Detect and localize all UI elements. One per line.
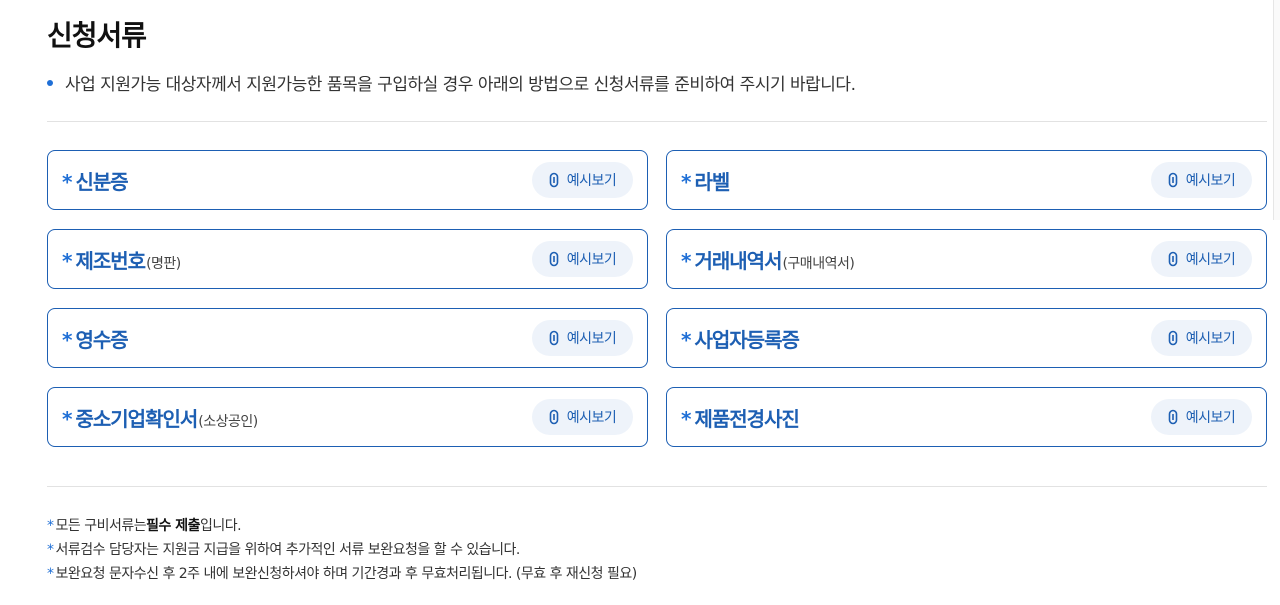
required-star: * — [62, 406, 73, 431]
scrollbar[interactable] — [1273, 0, 1280, 220]
document-subtitle: (소상공인) — [198, 413, 258, 430]
required-star: * — [62, 169, 73, 194]
document-card-sme-certificate: * 중소기업확인서 (소상공인) 예시보기 — [47, 387, 648, 447]
paperclip-icon — [549, 409, 559, 425]
paperclip-icon — [1168, 330, 1178, 346]
document-name: 중소기업확인서 — [75, 406, 198, 431]
example-button[interactable]: 예시보기 — [532, 320, 633, 356]
document-card-id: * 신분증 예시보기 — [47, 150, 648, 210]
note-star: * — [47, 542, 54, 558]
example-button-label: 예시보기 — [1185, 331, 1236, 347]
note-item: * 보완요청 문자수신 후 2주 내에 보완신청하셔야 하며 기간경과 후 무효… — [47, 562, 637, 586]
document-name: 거래내역서 — [694, 248, 782, 273]
required-star: * — [681, 248, 692, 273]
example-button[interactable]: 예시보기 — [532, 399, 633, 435]
paperclip-icon — [1168, 251, 1178, 267]
intro-line: 사업 지원가능 대상자께서 지원가능한 품목을 구입하실 경우 아래의 방법으로… — [47, 70, 856, 95]
page-title: 신청서류 — [47, 19, 147, 52]
example-button-label: 예시보기 — [566, 252, 617, 268]
document-name: 제조번호 — [75, 248, 146, 273]
paperclip-icon — [549, 330, 559, 346]
required-star: * — [62, 248, 73, 273]
example-button[interactable]: 예시보기 — [532, 162, 633, 198]
required-star: * — [681, 327, 692, 352]
document-name: 사업자등록증 — [694, 327, 799, 352]
paperclip-icon — [549, 251, 559, 267]
bullet-dot — [47, 79, 53, 86]
intro-text: 사업 지원가능 대상자께서 지원가능한 품목을 구입하실 경우 아래의 방법으로… — [65, 75, 856, 95]
note-item: * 모든 구비서류는 필수 제출 입니다. — [47, 514, 637, 538]
note-star: * — [47, 566, 54, 582]
divider-top — [47, 121, 1267, 122]
document-name: 영수증 — [75, 327, 128, 352]
required-star: * — [681, 406, 692, 431]
divider-bottom — [47, 486, 1267, 487]
document-subtitle: (구매내역서) — [782, 255, 855, 272]
note-star: * — [47, 518, 54, 534]
document-name: 라벨 — [694, 169, 730, 194]
required-star: * — [681, 169, 692, 194]
example-button[interactable]: 예시보기 — [1151, 320, 1252, 356]
example-button[interactable]: 예시보기 — [532, 241, 633, 277]
example-button[interactable]: 예시보기 — [1151, 162, 1252, 198]
notes-list: * 모든 구비서류는 필수 제출 입니다. * 서류검수 담당자는 지원금 지급을… — [47, 514, 637, 586]
example-button-label: 예시보기 — [1185, 410, 1236, 426]
example-button-label: 예시보기 — [566, 410, 617, 426]
example-button-label: 예시보기 — [1185, 173, 1236, 189]
paperclip-icon — [549, 172, 559, 188]
document-card-transaction: * 거래내역서 (구매내역서) 예시보기 — [666, 229, 1267, 289]
note-text: 보완요청 문자수신 후 2주 내에 보완신청하셔야 하며 기간경과 후 무효처리… — [55, 566, 638, 582]
document-card-label: * 라벨 예시보기 — [666, 150, 1267, 210]
example-button-label: 예시보기 — [566, 173, 617, 189]
document-card-receipt: * 영수증 예시보기 — [47, 308, 648, 368]
note-text: 서류검수 담당자는 지원금 지급을 위하여 추가적인 서류 보완요청을 할 수 … — [55, 542, 521, 558]
note-text: 모든 구비서류는 — [55, 518, 147, 534]
documents-grid: * 신분증 예시보기 * 라벨 예시보기 * 제조번호 (명판) 예시보기 * … — [47, 150, 1267, 447]
example-button[interactable]: 예시보기 — [1151, 399, 1252, 435]
paperclip-icon — [1168, 172, 1178, 188]
example-button-label: 예시보기 — [566, 331, 617, 347]
paperclip-icon — [1168, 409, 1178, 425]
document-card-business-registration: * 사업자등록증 예시보기 — [666, 308, 1267, 368]
example-button[interactable]: 예시보기 — [1151, 241, 1252, 277]
note-item: * 서류검수 담당자는 지원금 지급을 위하여 추가적인 서류 보완요청을 할 … — [47, 538, 637, 562]
required-star: * — [62, 327, 73, 352]
document-card-serial: * 제조번호 (명판) 예시보기 — [47, 229, 648, 289]
document-name: 제품전경사진 — [694, 406, 799, 431]
document-name: 신분증 — [75, 169, 128, 194]
document-subtitle: (명판) — [146, 255, 181, 272]
note-text-end: 입니다. — [200, 518, 242, 534]
document-card-product-photo: * 제품전경사진 예시보기 — [666, 387, 1267, 447]
example-button-label: 예시보기 — [1185, 252, 1236, 268]
note-bold-text: 필수 제출 — [146, 518, 201, 534]
